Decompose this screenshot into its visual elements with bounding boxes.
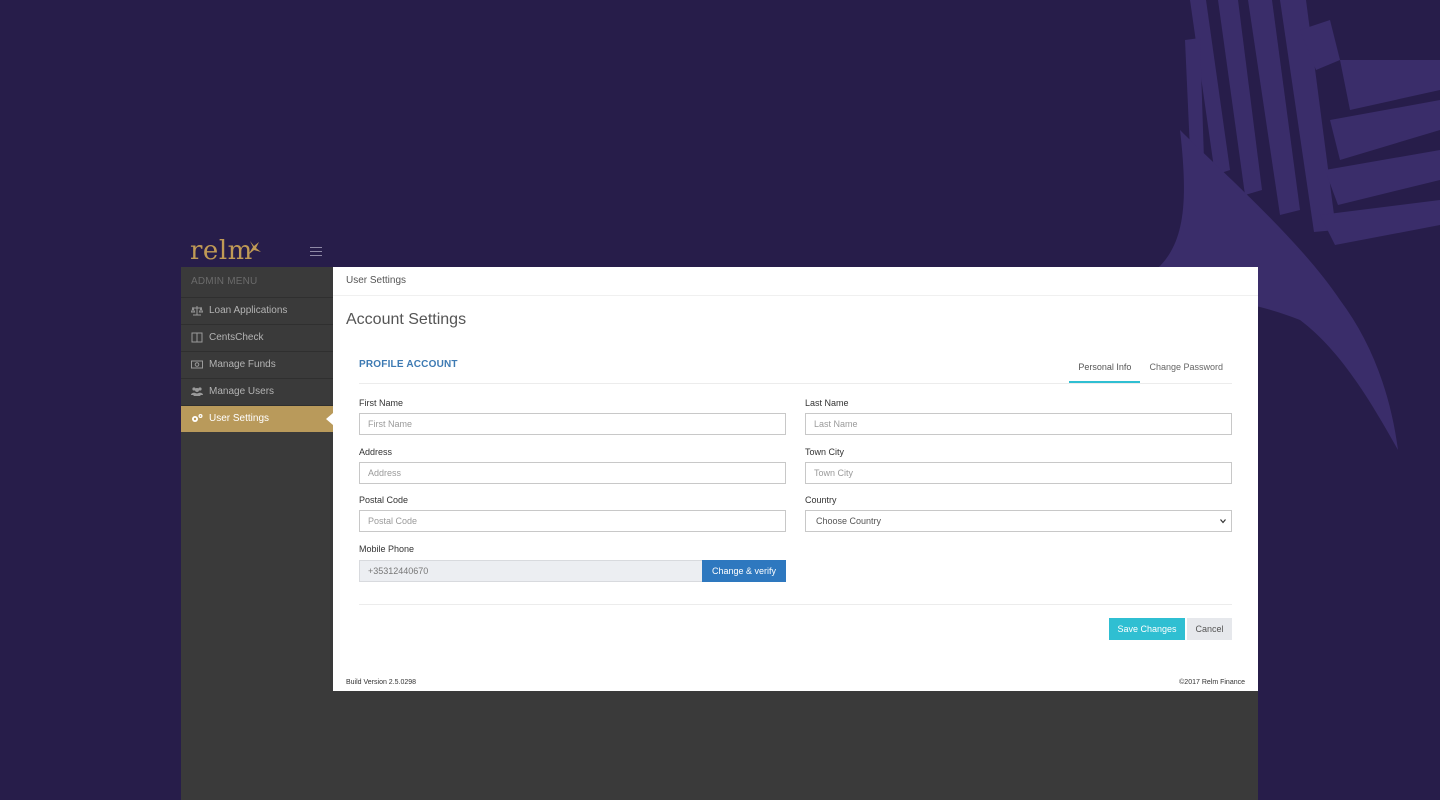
country-label: Country — [805, 495, 837, 505]
country-select-value: Choose Country — [816, 516, 882, 526]
chevron-down-icon — [1220, 519, 1226, 524]
build-version: Build Version 2.5.0298 — [346, 679, 417, 686]
divider — [333, 295, 1258, 296]
sidebar-item-user-settings[interactable]: User Settings — [181, 405, 333, 432]
tab-personal-info[interactable]: Personal Info — [1069, 354, 1141, 384]
tab-change-password[interactable]: Change Password — [1140, 354, 1232, 384]
profile-tabs: Personal Info Change Password — [1069, 354, 1232, 384]
save-changes-button[interactable]: Save Changes — [1109, 618, 1185, 640]
town-city-label: Town City — [805, 447, 845, 457]
breadcrumb: User Settings — [346, 275, 407, 286]
sidebar-item-manage-users[interactable]: Manage Users — [181, 378, 333, 405]
sidebar-item-manage-funds[interactable]: Manage Funds — [181, 351, 333, 378]
book-icon — [191, 332, 203, 343]
page-title: Account Settings — [346, 311, 467, 328]
top-bar: relm — [181, 236, 1258, 267]
divider — [359, 383, 1232, 384]
bird-logo-icon — [248, 241, 261, 255]
country-select[interactable]: Choose Country — [805, 510, 1232, 532]
last-name-label: Last Name — [805, 398, 849, 408]
address-label: Address — [359, 447, 393, 457]
brand-logo[interactable]: relm — [190, 236, 261, 266]
divider — [359, 604, 1232, 605]
town-city-input[interactable] — [805, 462, 1232, 484]
sidebar-item-label: Loan Applications — [209, 305, 288, 316]
money-icon — [191, 360, 203, 369]
cancel-button[interactable]: Cancel — [1187, 618, 1232, 640]
sidebar-item-loan-applications[interactable]: Loan Applications — [181, 297, 333, 324]
copyright: ©2017 Relm Finance — [1179, 679, 1245, 686]
menu-toggle-icon[interactable] — [310, 247, 322, 257]
last-name-input[interactable] — [805, 413, 1232, 435]
first-name-label: First Name — [359, 398, 404, 408]
sidebar-heading: ADMIN MENU — [191, 276, 258, 287]
change-verify-button[interactable]: Change & verify — [702, 560, 786, 582]
address-input[interactable] — [359, 462, 786, 484]
first-name-input[interactable] — [359, 413, 786, 435]
lower-background — [333, 691, 1258, 800]
cogs-icon — [192, 414, 203, 422]
mobile-phone-input: +35312440670 — [359, 560, 703, 582]
sidebar-item-label: Manage Users — [209, 386, 275, 397]
postal-code-input[interactable] — [359, 510, 786, 532]
main-content: User Settings Account Settings PROFILE A… — [333, 267, 1258, 691]
sidebar-item-label: CentsCheck — [209, 332, 264, 343]
sidebar-item-label: User Settings — [209, 413, 270, 424]
postal-code-label: Postal Code — [359, 495, 409, 505]
sidebar-item-label: Manage Funds — [209, 359, 276, 370]
sidebar: ADMIN MENU Loan Applications CentsCheck … — [181, 267, 333, 800]
panel-title: PROFILE ACCOUNT — [359, 359, 458, 370]
scale-icon — [191, 306, 203, 316]
users-icon — [191, 387, 203, 396]
sidebar-item-centscheck[interactable]: CentsCheck — [181, 324, 333, 351]
mobile-phone-label: Mobile Phone — [359, 544, 415, 554]
